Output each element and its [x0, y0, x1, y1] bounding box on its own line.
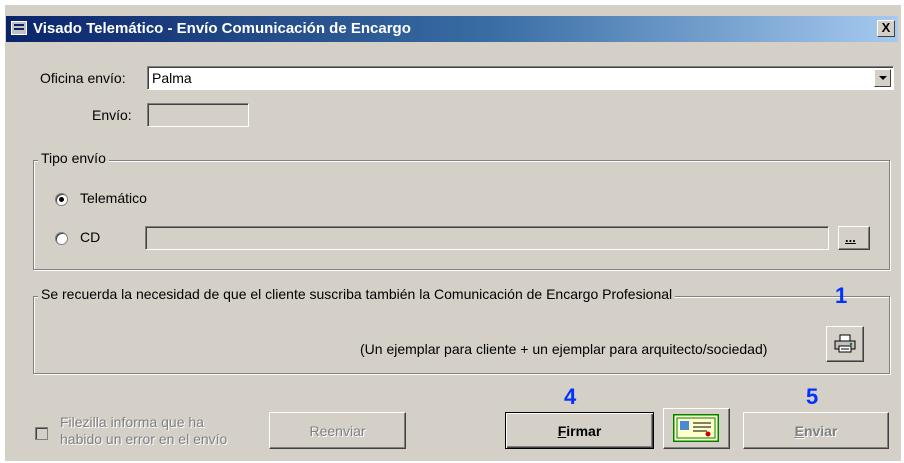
- oficina-label: Oficina envío:: [40, 70, 126, 86]
- radio-cd[interactable]: [55, 232, 68, 245]
- browse-icon: ...: [845, 230, 856, 245]
- reenviar-button[interactable]: Reenviar: [269, 412, 406, 449]
- telematico-label[interactable]: Telemático: [80, 190, 147, 206]
- cd-path-field: [145, 226, 829, 250]
- firmar-button[interactable]: Firmar: [505, 412, 654, 449]
- error-label-line2: habido un error en el envío: [60, 431, 228, 447]
- error-checkbox[interactable]: [35, 427, 48, 440]
- close-button[interactable]: X: [877, 20, 895, 37]
- tipo-envio-group: [33, 160, 890, 270]
- cd-label[interactable]: CD: [80, 229, 100, 245]
- certificate-icon: [673, 414, 719, 442]
- tipo-envio-legend: Tipo envío: [38, 150, 109, 166]
- step-number-4: 4: [564, 384, 577, 409]
- oficina-value: Palma: [152, 70, 192, 86]
- enviar-button[interactable]: Enviar: [743, 412, 889, 449]
- error-label-line1: Filezilla informa que ha: [60, 414, 204, 430]
- oficina-select[interactable]: Palma: [147, 66, 894, 90]
- step-number-5: 5: [806, 384, 819, 409]
- step-number-1: 1: [835, 283, 848, 308]
- title-bar[interactable]: Visado Telemático - Envío Comunicación d…: [6, 16, 898, 42]
- chevron-down-icon[interactable]: [874, 69, 891, 87]
- radio-telematico[interactable]: [55, 193, 68, 206]
- enviar-label: Enviar: [794, 422, 838, 439]
- browse-button[interactable]: ...: [838, 226, 870, 250]
- printer-icon: [834, 334, 856, 353]
- app-icon: [11, 21, 27, 35]
- print-button[interactable]: [826, 326, 864, 362]
- envio-label: Envío:: [92, 107, 132, 123]
- certificate-button[interactable]: [663, 408, 730, 449]
- notice-legend: Se recuerda la necesidad de que el clien…: [38, 286, 676, 302]
- error-checkbox-label: Filezilla informa que ha habido un error…: [60, 414, 227, 448]
- window-title: Visado Telemático - Envío Comunicación d…: [33, 20, 411, 37]
- envio-field: [147, 103, 249, 127]
- reenviar-label: Reenviar: [309, 422, 366, 439]
- firmar-label: Firmar: [557, 422, 602, 439]
- notice-group: [33, 296, 890, 374]
- notice-note: (Un ejemplar para cliente + un ejemplar …: [360, 341, 768, 357]
